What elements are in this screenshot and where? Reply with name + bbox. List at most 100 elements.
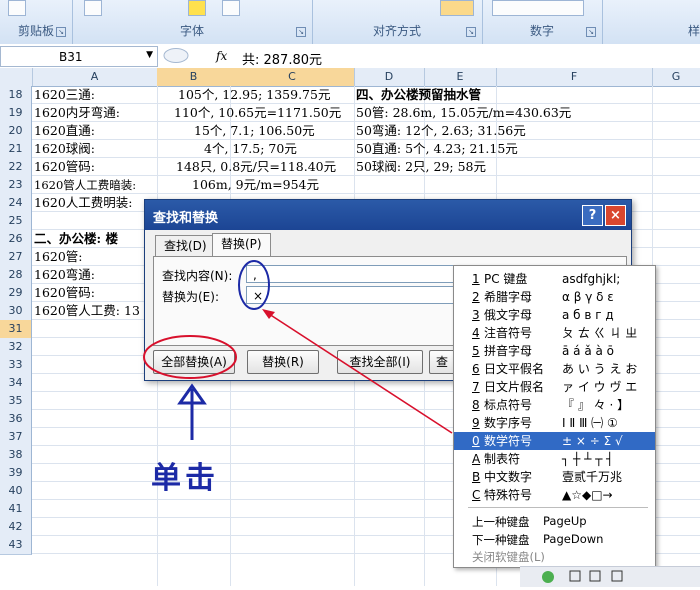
cell-d18[interactable]: 四、办公楼预留抽水管: [356, 86, 481, 104]
column-header-d[interactable]: D: [354, 68, 425, 86]
close-keyboard-item[interactable]: 关闭软键盘(L): [472, 549, 545, 565]
fill-color-icon[interactable]: [188, 0, 206, 16]
column-header-b[interactable]: B: [157, 68, 231, 86]
close-button[interactable]: ×: [605, 205, 626, 226]
row-header-32[interactable]: 32: [0, 338, 32, 357]
cell-d21[interactable]: 50直通: 5个, 4.23; 21.15元: [356, 140, 518, 158]
row-header-41[interactable]: 41: [0, 500, 32, 519]
row-header-36[interactable]: 36: [0, 410, 32, 429]
merge-center-icon[interactable]: [440, 0, 474, 16]
row-header-28[interactable]: 28: [0, 266, 32, 285]
column-header-e[interactable]: E: [424, 68, 497, 86]
next-keyboard-item[interactable]: 下一种键盘 PageDown: [472, 532, 603, 548]
soft-keyboard-item[interactable]: 3 俄文字母 а б в г д: [454, 306, 655, 324]
row-header-23[interactable]: 23: [0, 176, 32, 195]
cell-d19[interactable]: 50管: 28.6m, 15.05元/m=430.63元: [356, 104, 571, 122]
soft-keyboard-item[interactable]: C 特殊符号 ▲☆◆□→: [454, 486, 655, 504]
styles-group-label: 样: [687, 24, 700, 38]
soft-keyboard-item[interactable]: 7 日文片假名 ァ イ ウ ヴ エ: [454, 378, 655, 396]
row-header-38[interactable]: 38: [0, 446, 32, 465]
row-header-26[interactable]: 26: [0, 230, 32, 249]
paste-icon[interactable]: [8, 0, 26, 16]
cell-a21[interactable]: 1620球阀:: [34, 140, 95, 158]
cell-a22[interactable]: 1620管码:: [34, 158, 95, 176]
soft-keyboard-item[interactable]: 0 数学符号 ± × ÷ Σ √: [454, 432, 655, 450]
row-header-29[interactable]: 29: [0, 284, 32, 303]
cell-a20[interactable]: 1620直通:: [34, 122, 95, 140]
cell-d22[interactable]: 50球阀: 2只, 29; 58元: [356, 158, 486, 176]
cell-d20[interactable]: 50弯通: 12个, 2.63; 31.56元: [356, 122, 526, 140]
soft-keyboard-item-key: 9: [472, 416, 480, 430]
clipboard-launcher-icon[interactable]: ↘: [56, 27, 66, 37]
formula-content[interactable]: 共: 287.80元: [242, 49, 322, 68]
cell-a24[interactable]: 1620人工费明装:: [34, 194, 133, 212]
soft-keyboard-item-key: A: [472, 452, 481, 466]
name-box[interactable]: B31 ▼: [0, 46, 158, 67]
soft-keyboard-item[interactable]: 2 希腊字母 α β γ δ ε: [454, 288, 655, 306]
soft-keyboard-item[interactable]: B 中文数字 壹贰千万兆: [454, 468, 655, 486]
soft-keyboard-item-name: 制表符: [484, 452, 521, 466]
row-header-22[interactable]: 22: [0, 158, 32, 177]
column-header-c[interactable]: C: [230, 68, 355, 86]
row-header-33[interactable]: 33: [0, 356, 32, 375]
tab-find[interactable]: 查找(D): [155, 235, 216, 256]
font-launcher-icon[interactable]: ↘: [296, 27, 306, 37]
cell-a28[interactable]: 1620弯通:: [34, 266, 95, 284]
soft-keyboard-item[interactable]: A 制表符 ┐ ┼ ┴ ┬ ┤: [454, 450, 655, 468]
number-format-dropdown[interactable]: [492, 0, 584, 16]
row-header-34[interactable]: 34: [0, 374, 32, 393]
soft-keyboard-item[interactable]: 1 PC 键盘 asdfghjkl;: [454, 270, 655, 288]
cell-b19[interactable]: 110个, 10.65元=1171.50元: [174, 104, 341, 122]
row-header-35[interactable]: 35: [0, 392, 32, 411]
cell-a18[interactable]: 1620三通:: [34, 86, 95, 104]
row-header-40[interactable]: 40: [0, 482, 32, 501]
cell-a19[interactable]: 1620内牙弯通:: [34, 104, 120, 122]
cell-b18[interactable]: 105个, 12.95; 1359.75元: [178, 86, 330, 104]
row-header-42[interactable]: 42: [0, 518, 32, 537]
cell-a27[interactable]: 1620管:: [34, 248, 83, 266]
tab-replace[interactable]: 替换(P): [212, 233, 271, 257]
replace-button[interactable]: 替换(R): [247, 350, 319, 374]
find-all-button[interactable]: 查找全部(I): [337, 350, 423, 374]
row-header-21[interactable]: 21: [0, 140, 32, 159]
row-header-25[interactable]: 25: [0, 212, 32, 231]
row-header-39[interactable]: 39: [0, 464, 32, 483]
alignment-launcher-icon[interactable]: ↘: [466, 27, 476, 37]
cell-a26[interactable]: 二、办公楼: 楼: [34, 230, 118, 248]
row-header-31[interactable]: 31: [0, 320, 32, 339]
soft-keyboard-item[interactable]: 9 数字序号 Ⅰ Ⅱ Ⅲ ㈠ ①: [454, 414, 655, 432]
row-header-19[interactable]: 19: [0, 104, 32, 123]
row-header-27[interactable]: 27: [0, 248, 32, 267]
soft-keyboard-item-key: 6: [472, 362, 480, 376]
chevron-down-icon[interactable]: ▼: [146, 50, 153, 60]
row-header-24[interactable]: 24: [0, 194, 32, 213]
row-header-37[interactable]: 37: [0, 428, 32, 447]
column-header-f[interactable]: F: [496, 68, 653, 86]
soft-keyboard-item[interactable]: 6 日文平假名 あ い う え お: [454, 360, 655, 378]
select-all-corner[interactable]: [0, 68, 33, 86]
row-header-43[interactable]: 43: [0, 536, 32, 555]
cell-a23[interactable]: 1620管人工费暗装:: [34, 176, 136, 194]
row-header-18[interactable]: 18: [0, 86, 32, 105]
soft-keyboard-item[interactable]: 5 拼音字母 ā á ǎ à ō: [454, 342, 655, 360]
number-launcher-icon[interactable]: ↘: [586, 27, 596, 37]
cell-b21[interactable]: 4个, 17.5; 70元: [204, 140, 297, 158]
row-header-20[interactable]: 20: [0, 122, 32, 141]
soft-keyboard-item[interactable]: 4 注音符号 ㄆ ㄊ ㄍ ㄐ ㄓ: [454, 324, 655, 342]
cell-a29[interactable]: 1620管码:: [34, 284, 95, 302]
cell-b20[interactable]: 15个, 7.1; 106.50元: [194, 122, 315, 140]
column-header-a[interactable]: A: [32, 68, 158, 86]
bold-icon[interactable]: [84, 0, 102, 16]
replace-all-button[interactable]: 全部替换(A): [153, 350, 235, 374]
cell-a30[interactable]: 1620管人工费: 13: [34, 302, 140, 320]
find-next-button[interactable]: 查: [429, 350, 455, 374]
dialog-title-bar[interactable]: 查找和替换 ? ×: [145, 200, 631, 230]
cell-b22[interactable]: 148只, 0.8元/只=118.40元: [176, 158, 336, 176]
row-header-30[interactable]: 30: [0, 302, 32, 321]
soft-keyboard-item[interactable]: 8 标点符号 『 』 々 · 】: [454, 396, 655, 414]
prev-keyboard-item[interactable]: 上一种键盘 PageUp: [472, 514, 587, 530]
help-button[interactable]: ?: [582, 205, 603, 226]
cell-b23[interactable]: 106m, 9元/m=954元: [192, 176, 319, 194]
font-color-icon[interactable]: [222, 0, 240, 16]
column-header-g[interactable]: G: [652, 68, 700, 86]
